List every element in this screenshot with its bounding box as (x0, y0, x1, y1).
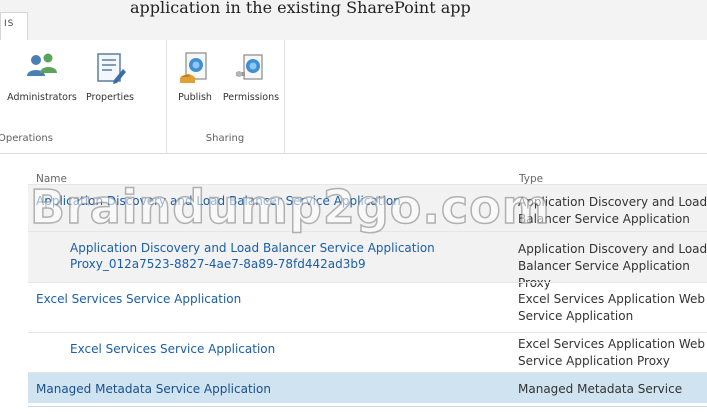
row-type: Managed Metadata Service (518, 382, 683, 396)
permissions-label: Permissions (222, 92, 280, 103)
ribbon-group-operations: Administrators Properties Operations (0, 40, 167, 153)
row-type: Excel Services Application Web Service A… (518, 292, 706, 323)
row-type: Application Discovery and Load Balancer … (518, 195, 707, 226)
ribbon: Administrators Properties Operations Sha… (0, 40, 707, 154)
publish-icon (180, 52, 207, 83)
table-row[interactable]: Application Discovery and Load Balancer … (28, 231, 707, 290)
row-name-link[interactable]: Excel Services Service Application (36, 291, 241, 307)
properties-button[interactable]: Properties (79, 50, 141, 103)
row-name-link[interactable]: Managed Metadata Service Application (36, 381, 271, 397)
row-name-link[interactable]: Application Discovery and Load Balancer … (70, 240, 490, 272)
table-row[interactable]: Application Discovery and Load Balancer … (28, 184, 707, 232)
operations-group-label: Operations (0, 133, 53, 144)
properties-label: Properties (85, 92, 134, 103)
publish-button[interactable]: Publish (170, 50, 220, 103)
sharing-group-label: Sharing (205, 133, 245, 144)
publish-label: Publish (178, 92, 212, 103)
cropped-heading-text: application in the existing SharePoint a… (130, 0, 471, 17)
row-type: Excel Services Application Web Service A… (518, 337, 706, 368)
row-name-link[interactable]: Application Discovery and Load Balancer … (36, 193, 401, 209)
table-row[interactable] (28, 406, 707, 414)
administrators-button[interactable]: Administrators (7, 50, 77, 103)
table-row-selected[interactable]: Managed Metadata Service Application Man… (28, 372, 707, 403)
top-strip: application in the existing SharePoint a… (0, 0, 707, 41)
row-name-link[interactable]: Excel Services Service Application (70, 341, 275, 357)
table-row[interactable]: Excel Services Service Application Excel… (28, 332, 707, 373)
service-applications-list: Name Type Application Discovery and Load… (0, 153, 707, 414)
administrators-label: Administrators (7, 92, 77, 103)
ribbon-tab-label: IS (4, 19, 15, 29)
permissions-icon (236, 54, 263, 80)
table-row[interactable]: Excel Services Service Application Excel… (28, 282, 707, 333)
permissions-button[interactable]: Permissions (220, 50, 282, 103)
sharepoint-service-applications-page: application in the existing SharePoint a… (0, 0, 707, 414)
ribbon-tab[interactable]: IS (0, 12, 28, 40)
properties-icon (97, 53, 126, 84)
administrators-icon (27, 53, 57, 76)
